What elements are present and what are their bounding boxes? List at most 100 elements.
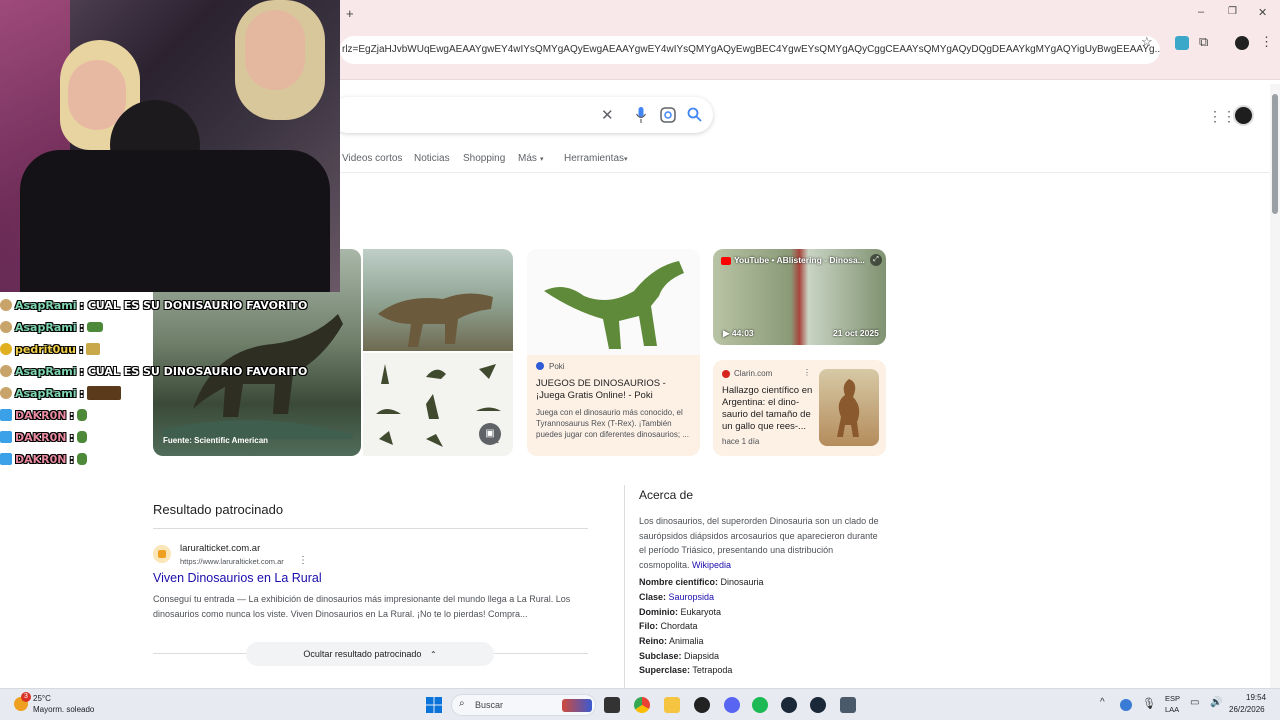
fact-row: Dominio: Eukaryota — [639, 607, 721, 617]
search-icon: ⌕ — [459, 698, 465, 709]
browser-menu-icon[interactable]: ⋮ — [1260, 34, 1273, 50]
fact-label: Superclase: — [639, 665, 691, 675]
dinosaur-silhouettes-image[interactable]: ▣ — [363, 353, 513, 456]
taskbar-search-placeholder: Buscar — [475, 700, 504, 710]
chat-username: AsapRami — [15, 298, 77, 312]
chevron-down-icon: ▾ — [540, 156, 544, 163]
app-icon[interactable] — [840, 697, 856, 713]
clarin-favicon — [722, 370, 730, 378]
chat-message: DAKR0N: — [0, 428, 87, 446]
sponsor-snippet: Conseguí tu entrada — La exhibición de d… — [153, 594, 571, 619]
fact-value: Eukaryota — [680, 607, 722, 617]
windows-start-icon[interactable] — [426, 697, 442, 713]
minimize-button[interactable]: – — [1198, 6, 1204, 18]
favicon-mark — [158, 550, 166, 558]
chat-username: DAKR0N — [15, 452, 67, 466]
clarin-thumbnail — [819, 369, 879, 446]
video-duration-text: 44:03 — [731, 328, 754, 338]
google-account-avatar[interactable] — [1233, 105, 1254, 126]
more-options-icon[interactable]: ⋮ — [803, 368, 811, 377]
poki-title[interactable]: JUEGOS DE DINOSAURIOS - ¡Juega Gratis On… — [536, 378, 694, 402]
profile-avatar-icon[interactable] — [1235, 36, 1249, 50]
extensions-icon[interactable]: ⧉ — [1199, 34, 1208, 50]
chat-text: : CUAL ES SU DINOSAURIO FAVORITO — [79, 364, 308, 378]
input-layout[interactable]: LAA — [1165, 705, 1179, 714]
maximize-button[interactable]: ❐ — [1228, 6, 1237, 17]
chat-message: DAKR0N: — [0, 450, 87, 468]
apps-grid-icon[interactable]: ⋮⋮ — [1208, 108, 1236, 125]
tab-noticias[interactable]: Noticias — [414, 153, 450, 164]
clock-date[interactable]: 26/2/2026 — [1229, 705, 1265, 714]
weather-badge: 3 — [21, 692, 31, 702]
sponsor-domain[interactable]: laruralticket.com.ar — [180, 543, 260, 554]
translate-extension-icon[interactable] — [1175, 36, 1189, 50]
poki-favicon — [536, 362, 544, 370]
clear-search-icon[interactable]: ✕ — [601, 106, 614, 124]
scrollbar-thumb[interactable] — [1272, 94, 1278, 214]
fact-label: Clase: — [639, 592, 667, 602]
file-explorer-icon[interactable] — [664, 697, 680, 713]
chevron-down-icon: ▾ — [624, 156, 628, 163]
discord-icon[interactable] — [724, 697, 740, 713]
chat-user-badge-icon — [0, 387, 12, 399]
new-tab-button[interactable]: + — [346, 6, 354, 21]
close-window-button[interactable]: ✕ — [1258, 6, 1267, 19]
app-tray-icon[interactable] — [1120, 699, 1132, 711]
weather-temp[interactable]: 25°C — [33, 694, 51, 703]
expand-icon[interactable]: ⤢ — [870, 254, 882, 266]
poki-result-card[interactable]: Poki JUEGOS DE DINOSAURIOS - ¡Juega Grat… — [527, 249, 700, 456]
task-view-icon[interactable] — [604, 697, 620, 713]
chat-user-badge-icon — [0, 343, 12, 355]
chat-message: pedrit0uu: — [0, 340, 101, 358]
clock-time[interactable]: 19:54 — [1246, 693, 1266, 702]
chat-user-badge-icon — [0, 365, 12, 377]
sponsor-title-link[interactable]: Viven Dinosaurios en La Rural — [153, 571, 322, 585]
microphone-icon[interactable] — [636, 107, 646, 123]
hide-sponsored-label: Ocultar resultado patrocinado — [303, 649, 422, 659]
steam-icon-2[interactable] — [810, 697, 826, 713]
tab-shopping[interactable]: Shopping — [463, 153, 505, 164]
trex-image[interactable] — [363, 249, 513, 351]
fact-value-link[interactable]: Sauropsida — [669, 592, 715, 602]
spotify-icon[interactable] — [752, 697, 768, 713]
search-box[interactable]: ✕ — [330, 97, 713, 133]
site-favicon — [153, 545, 171, 563]
clarin-time: hace 1 día — [722, 437, 760, 446]
chat-user-badge-icon — [0, 453, 12, 465]
clarin-title[interactable]: Hallazgo científico en Argentina: el din… — [722, 385, 817, 433]
taskbar-search[interactable]: ⌕ Buscar — [451, 694, 596, 716]
more-options-icon[interactable]: ⋮ — [298, 555, 308, 566]
sponsor-url[interactable]: https://www.laruralticket.com.ar — [180, 557, 284, 566]
more-images-icon[interactable]: ▣ — [479, 423, 501, 445]
input-language[interactable]: ESP — [1165, 694, 1180, 703]
chat-user-badge-icon — [0, 431, 12, 443]
page-scrollbar[interactable] — [1270, 84, 1280, 688]
video-date: 21 oct 2025 — [833, 328, 879, 338]
bookmark-star-icon[interactable]: ☆ — [1141, 34, 1153, 50]
youtube-result-card[interactable]: YouTube • ABlistering - Dinosa... ⤢ ▶ 44… — [713, 249, 886, 345]
chat-username: AsapRami — [15, 364, 77, 378]
dinosaur-thumbnail-illustration — [837, 379, 860, 437]
microphone-icon[interactable]: 🎙 — [1142, 697, 1156, 710]
network-icon[interactable]: ▭ — [1190, 697, 1199, 708]
fact-value: Animalia — [669, 636, 704, 646]
tab-videos-cortos[interactable]: Videos cortos — [342, 153, 402, 164]
obs-icon[interactable] — [694, 697, 710, 713]
chrome-icon[interactable] — [634, 697, 650, 713]
clarin-result-card[interactable]: Clarin.com ⋮ Hallazgo científico en Arge… — [713, 360, 886, 456]
url-field[interactable]: rlz=EgZjaHJvbWUqEwgAEAAYgwEY4wIYsQMYgAQy… — [340, 36, 1160, 64]
tab-herramientas[interactable]: Herramientas — [564, 153, 624, 164]
wikipedia-link[interactable]: Wikipedia — [692, 560, 731, 570]
search-icon[interactable] — [687, 107, 702, 122]
weather-desc[interactable]: Mayorm. soleado — [33, 705, 94, 714]
chat-text: : — [69, 408, 74, 422]
lens-icon[interactable] — [660, 107, 676, 123]
fact-value: Tetrapoda — [692, 665, 733, 675]
steam-icon[interactable] — [781, 697, 797, 713]
hide-sponsored-button[interactable]: Ocultar resultado patrocinado ⌃ — [246, 642, 494, 666]
volume-icon[interactable]: 🔊 — [1210, 697, 1222, 708]
fact-label: Nombre científico: — [639, 577, 719, 587]
chat-text: : — [69, 452, 74, 466]
chevron-up-icon[interactable]: ^ — [1100, 697, 1105, 708]
tab-mas[interactable]: Más — [518, 153, 537, 164]
